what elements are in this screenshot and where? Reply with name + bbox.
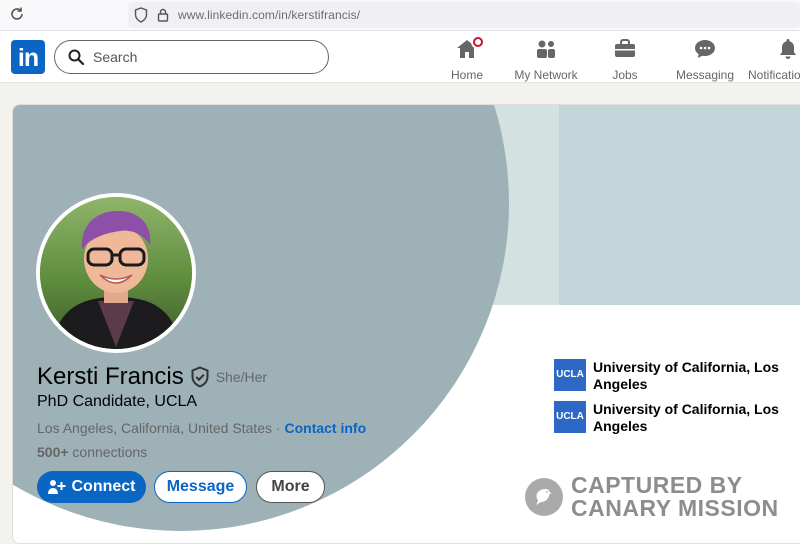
nav-home[interactable]: Home <box>447 35 487 82</box>
messaging-icon <box>693 37 717 61</box>
notification-badge <box>471 35 485 49</box>
reload-icon[interactable] <box>9 6 27 24</box>
verification-shield-icon[interactable] <box>190 366 210 388</box>
nav-notifications-label: Notifications <box>748 68 800 82</box>
nav-my-network-label: My Network <box>514 68 578 82</box>
message-button[interactable]: Message <box>154 471 247 503</box>
education-item[interactable]: UCLA University of California, Los Angel… <box>554 401 779 435</box>
ucla-logo: UCLA <box>554 401 586 433</box>
connect-button[interactable]: Connect <box>37 471 146 503</box>
nav-messaging[interactable]: Messaging <box>673 37 737 82</box>
location-separator: · <box>272 420 285 436</box>
search-input[interactable] <box>93 47 313 67</box>
nav-home-label: Home <box>450 68 483 82</box>
more-button[interactable]: More <box>256 471 325 503</box>
connections-count[interactable]: 500+ connections <box>37 444 147 460</box>
nav-messaging-label: Messaging <box>675 68 735 82</box>
watermark-line1: CAPTURED BY <box>571 472 743 498</box>
ucla-logo: UCLA <box>554 359 586 391</box>
search-box[interactable] <box>54 40 329 74</box>
nav-notifications[interactable]: Notifications <box>748 37 800 82</box>
canary-bird-icon <box>525 478 563 516</box>
profile-name: Kersti Francis <box>37 363 184 390</box>
nav-jobs-label: Jobs <box>612 68 638 82</box>
tracking-protection-shield-icon[interactable] <box>134 7 148 23</box>
education-name: University of California, Los Angeles <box>593 359 779 392</box>
briefcase-icon <box>613 37 637 61</box>
linkedin-logo[interactable]: in <box>11 40 45 74</box>
connections-number: 500+ <box>37 444 69 460</box>
connect-label: Connect <box>71 478 136 495</box>
url-path: /in/kerstifrancis/ <box>274 8 361 22</box>
canary-mission-watermark: CAPTURED BY CANARY MISSION <box>525 474 779 520</box>
top-navigation: in Home My Network Jobs Messaging <box>0 31 800 83</box>
search-icon <box>68 49 85 66</box>
profile-photo[interactable] <box>36 193 196 353</box>
education-name: University of California, Los Angeles <box>593 401 779 434</box>
home-icon <box>455 35 485 61</box>
pronouns: She/Her <box>215 369 268 385</box>
add-person-icon <box>47 479 66 495</box>
bell-icon <box>776 37 800 61</box>
nav-jobs[interactable]: Jobs <box>605 37 645 82</box>
name-row: Kersti Francis She/Her <box>37 363 267 391</box>
url-host: www.linkedin.com <box>178 8 275 22</box>
nav-my-network[interactable]: My Network <box>512 37 580 82</box>
browser-toolbar: www.linkedin.com/in/kerstifrancis/ <box>0 0 800 31</box>
profile-location: Los Angeles, California, United States <box>37 420 273 436</box>
education-item[interactable]: UCLA University of California, Los Angel… <box>554 359 779 393</box>
profile-headline: PhD Candidate, UCLA <box>37 393 198 410</box>
connections-label: connections <box>68 444 148 460</box>
url-text[interactable]: www.linkedin.com/in/kerstifrancis/ <box>178 8 360 22</box>
lock-icon[interactable] <box>157 7 169 23</box>
location-row: Los Angeles, California, United States ·… <box>37 420 366 436</box>
network-icon <box>534 37 558 61</box>
contact-info-link[interactable]: Contact info <box>284 420 366 436</box>
watermark-text: CAPTURED BY CANARY MISSION <box>571 474 779 520</box>
watermark-line2: CANARY MISSION <box>571 495 779 521</box>
